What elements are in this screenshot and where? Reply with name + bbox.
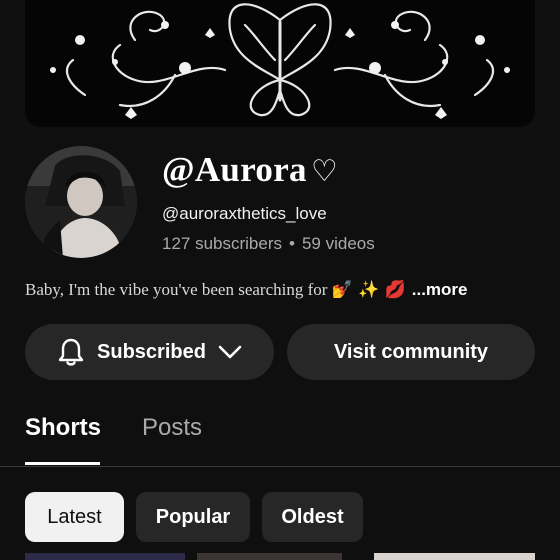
channel-name: @Aurora ♡ — [162, 150, 338, 190]
visit-community-button[interactable]: Visit community — [287, 324, 535, 380]
channel-banner — [25, 0, 535, 127]
description-emojis: 💅 ✨ 💋 — [331, 280, 406, 300]
chevron-down-icon — [218, 345, 242, 359]
subscribed-button[interactable]: Subscribed — [25, 324, 274, 380]
butterfly-art-icon — [50, 3, 510, 119]
active-tab-indicator — [25, 462, 100, 465]
stats-separator: • — [289, 234, 295, 253]
more-link[interactable]: ...more — [412, 280, 468, 300]
short-thumbnail[interactable] — [374, 553, 535, 560]
channel-stats: 127 subscribers • 59 videos — [162, 234, 375, 254]
tab-posts[interactable]: Posts — [142, 414, 202, 442]
avatar-photo — [25, 146, 137, 258]
short-thumbnail[interactable] — [197, 553, 342, 560]
channel-handle: @auroraxthetics_love — [162, 204, 327, 223]
tab-shorts[interactable]: Shorts — [25, 414, 101, 442]
subscriber-count: 127 subscribers — [162, 234, 283, 253]
channel-description[interactable]: Baby, I'm the vibe you've been searching… — [25, 280, 468, 300]
visit-community-label: Visit community — [333, 340, 489, 363]
channel-name-text: @Aurora — [162, 150, 307, 189]
channel-avatar[interactable] — [25, 146, 137, 258]
filter-oldest-chip[interactable]: Oldest — [262, 492, 363, 542]
subscribed-label: Subscribed — [97, 340, 206, 363]
description-text: Baby, I'm the vibe you've been searching… — [25, 280, 328, 299]
short-thumbnail[interactable] — [25, 553, 185, 560]
filter-popular-chip[interactable]: Popular — [136, 492, 250, 542]
filter-latest-chip[interactable]: Latest — [25, 492, 124, 542]
channel-tabs: Shorts Posts — [0, 400, 560, 467]
heart-icon: ♡ — [310, 154, 339, 189]
video-count: 59 videos — [301, 234, 375, 253]
bell-icon — [58, 338, 84, 366]
